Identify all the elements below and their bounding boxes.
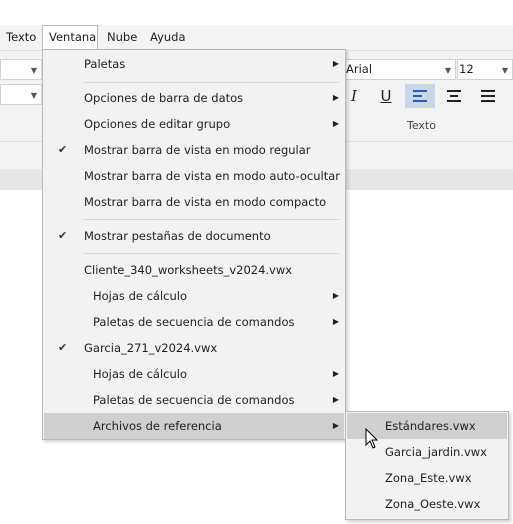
- menu-item-paletas[interactable]: Paletas ▶: [44, 51, 344, 77]
- menu-texto[interactable]: Texto: [6, 25, 36, 50]
- chevron-right-icon: ▶: [332, 317, 339, 326]
- submenu-item-zona-este[interactable]: Zona_Este.vwx: [347, 465, 507, 491]
- class-combo[interactable]: ▼: [0, 84, 42, 105]
- menu-ayuda[interactable]: Ayuda: [150, 25, 186, 50]
- align-left-icon: [413, 90, 427, 102]
- chevron-right-icon: ▶: [332, 93, 339, 102]
- menu-separator: [83, 253, 339, 254]
- menu-item-document-garcia[interactable]: ✔ Garcia_271_v2024.vwx: [44, 335, 344, 361]
- menu-item-paletas-secuencia[interactable]: Paletas de secuencia de comandos ▶: [44, 309, 344, 335]
- style-combo[interactable]: ▼: [0, 59, 42, 80]
- menu-item-document-cliente[interactable]: Cliente_340_worksheets_v2024.vwx: [44, 257, 344, 283]
- menu-item-vista-auto-ocultar[interactable]: Mostrar barra de vista en modo auto-ocul…: [44, 163, 344, 189]
- checkmark-icon: ✔: [58, 143, 68, 156]
- text-group-label: Texto: [407, 119, 436, 132]
- chevron-right-icon: ▶: [332, 59, 339, 68]
- chevron-down-icon: ▼: [30, 66, 37, 75]
- chevron-right-icon: ▶: [332, 369, 339, 378]
- submenu-item-zona-oeste[interactable]: Zona_Oeste.vwx: [347, 491, 507, 517]
- align-center-icon: [447, 90, 461, 102]
- menu-item-hojas-calculo[interactable]: Hojas de cálculo ▶: [44, 283, 344, 309]
- chevron-right-icon: ▶: [332, 421, 339, 430]
- underline-button[interactable]: U: [371, 84, 401, 108]
- font-size-value: 12: [459, 62, 474, 76]
- chevron-down-icon: ▼: [444, 66, 451, 75]
- checkmark-icon: ✔: [58, 229, 68, 242]
- checkmark-icon: ✔: [58, 341, 68, 354]
- menu-item-opciones-barra-datos[interactable]: Opciones de barra de datos ▶: [44, 85, 344, 111]
- align-justify-button[interactable]: [473, 84, 503, 108]
- menu-ventana[interactable]: Ventana: [42, 25, 98, 50]
- font-size-combo[interactable]: 12 ▼: [457, 59, 513, 80]
- chevron-down-icon: ▼: [501, 66, 508, 75]
- mouse-pointer-icon: [365, 428, 379, 449]
- menu-item-opciones-editar-grupo[interactable]: Opciones de editar grupo ▶: [44, 111, 344, 137]
- menubar: Texto Ventana Nube Ayuda: [0, 25, 513, 50]
- font-name-value: Arial: [346, 62, 373, 76]
- align-center-button[interactable]: [439, 84, 469, 108]
- align-left-button[interactable]: [405, 84, 435, 108]
- chevron-down-icon: ▼: [30, 91, 37, 100]
- align-justify-icon: [481, 90, 495, 102]
- menu-item-vista-compacto[interactable]: Mostrar barra de vista en modo compacto: [44, 189, 344, 215]
- menu-item-paletas-secuencia[interactable]: Paletas de secuencia de comandos ▶: [44, 387, 344, 413]
- menu-item-pestanas-documento[interactable]: ✔ Mostrar pestañas de documento: [44, 223, 344, 249]
- chevron-right-icon: ▶: [332, 395, 339, 404]
- menu-item-vista-regular[interactable]: ✔ Mostrar barra de vista en modo regular: [44, 137, 344, 163]
- chevron-right-icon: ▶: [332, 291, 339, 300]
- font-name-combo[interactable]: Arial ▼: [344, 59, 456, 80]
- menu-separator: [83, 219, 339, 220]
- menu-nube[interactable]: Nube: [107, 25, 137, 50]
- ventana-menu: Paletas ▶ Opciones de barra de datos ▶ O…: [42, 49, 346, 440]
- chevron-right-icon: ▶: [332, 119, 339, 128]
- menu-separator: [83, 82, 339, 83]
- menu-item-hojas-calculo[interactable]: Hojas de cálculo ▶: [44, 361, 344, 387]
- menu-item-archivos-referencia[interactable]: Archivos de referencia ▶: [44, 413, 344, 439]
